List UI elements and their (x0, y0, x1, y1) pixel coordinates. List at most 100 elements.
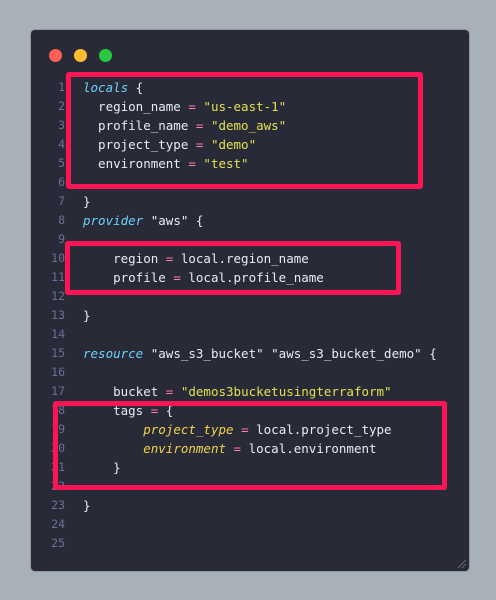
line-number: 21 (51, 460, 65, 474)
line-number: 7 (58, 194, 65, 208)
line-number: 24 (51, 517, 65, 531)
close-window-button[interactable] (49, 49, 62, 62)
line-number: 10 (51, 251, 65, 265)
code-token: = (233, 441, 242, 456)
line-number: 16 (51, 365, 65, 379)
code-text: provider "aws" { (83, 211, 203, 230)
line-number: 2 (58, 99, 65, 113)
code-token: "aws" { (143, 213, 204, 228)
code-token: = (173, 270, 181, 285)
line-number: 6 (58, 175, 65, 189)
code-text: } (83, 306, 91, 325)
code-line[interactable]: 15 resource "aws_s3_bucket" "aws_s3_bucke… (31, 344, 469, 363)
line-number: 25 (51, 536, 65, 550)
code-token: locals (83, 80, 129, 95)
code-text: locals { (83, 78, 143, 97)
code-token: } (83, 498, 91, 513)
code-text: region = local.region_name (83, 249, 309, 268)
line-number: 17 (51, 384, 65, 398)
minimize-window-button[interactable] (74, 49, 87, 62)
code-text: } (83, 458, 121, 477)
code-token: "demos3bucketusingterraform" (180, 384, 392, 399)
code-text: environment = local.environment (83, 439, 376, 458)
line-number: 5 (58, 156, 65, 170)
code-text: resource "aws_s3_bucket" "aws_s3_bucket_… (83, 344, 437, 363)
code-line[interactable]: 23} (31, 496, 469, 515)
code-editor[interactable]: 1 locals {2 region_name = "us-east-1" 3 pr… (31, 78, 469, 553)
code-token: "us-east-1" (203, 99, 287, 114)
code-token: { (158, 403, 174, 418)
code-token: region (83, 251, 166, 266)
code-line[interactable]: 25 (31, 534, 469, 553)
resize-handle-icon[interactable] (458, 560, 466, 568)
code-token: = (241, 422, 249, 437)
code-token: environment (83, 156, 189, 171)
code-text: profile_name = "demo_aws" (83, 116, 286, 135)
line-number: 12 (51, 289, 65, 303)
code-token: } (83, 460, 121, 475)
code-line[interactable]: 17 bucket = "demos3bucketusingterraform" (31, 382, 469, 401)
code-line[interactable]: 13} (31, 306, 469, 325)
code-text: project_type = "demo" (83, 135, 256, 154)
line-number: 9 (58, 232, 65, 246)
code-line[interactable]: 10 region = local.region_name (31, 249, 469, 268)
code-token: } (83, 308, 91, 323)
code-line[interactable]: 7} (31, 192, 469, 211)
code-token: "test" (203, 156, 249, 171)
code-token: region_name (83, 99, 189, 114)
code-token: tags (83, 403, 151, 418)
code-line[interactable]: 6 (31, 173, 469, 192)
code-token: environment (143, 441, 227, 456)
line-number: 18 (51, 403, 65, 417)
code-line[interactable]: 4 project_type = "demo" (31, 135, 469, 154)
code-token: = (188, 99, 196, 114)
code-token: local.project_type (248, 422, 392, 437)
code-text: region_name = "us-east-1" (83, 97, 286, 116)
code-line[interactable]: 21 } (31, 458, 469, 477)
code-line[interactable]: 11 profile = local.profile_name (31, 268, 469, 287)
code-token: "aws_s3_bucket" "aws_s3_bucket_demo" { (143, 346, 437, 361)
code-token: project_type (143, 422, 234, 437)
line-number: 22 (51, 479, 65, 493)
code-text: profile = local.profile_name (83, 268, 324, 287)
maximize-window-button[interactable] (99, 49, 112, 62)
code-line[interactable]: 2 region_name = "us-east-1" (31, 97, 469, 116)
code-token: local.profile_name (180, 270, 324, 285)
code-line[interactable]: 5 environment = "test" (31, 154, 469, 173)
line-number: 13 (51, 308, 65, 322)
code-token: profile (83, 270, 174, 285)
code-text: project_type = local.project_type (83, 420, 392, 439)
line-number: 1 (58, 80, 65, 94)
code-line[interactable]: 20 environment = local.environment (31, 439, 469, 458)
code-token: local.region_name (173, 251, 309, 266)
code-line[interactable]: 12 (31, 287, 469, 306)
code-line[interactable]: 18 tags = { (31, 401, 469, 420)
line-number: 14 (51, 327, 65, 341)
code-line[interactable]: 22 (31, 477, 469, 496)
code-line[interactable]: 1 locals { (31, 78, 469, 97)
line-number: 23 (51, 498, 65, 512)
code-line[interactable]: 16 (31, 363, 469, 382)
code-text: environment = "test" (83, 154, 249, 173)
code-token: "demo" (210, 137, 257, 152)
code-line[interactable]: 24 (31, 515, 469, 534)
code-line[interactable]: 3 profile_name = "demo_aws" (31, 116, 469, 135)
code-token: { (128, 80, 144, 95)
line-number: 20 (51, 441, 65, 455)
code-token: bucket (83, 384, 166, 399)
code-token: provider (83, 213, 144, 228)
code-line[interactable]: 8 provider "aws" { (31, 211, 469, 230)
line-number: 19 (51, 422, 65, 436)
code-line[interactable]: 19 project_type = local.project_type (31, 420, 469, 439)
line-number: 3 (58, 118, 65, 132)
code-line[interactable]: 9 (31, 230, 469, 249)
code-token: "demo_aws" (210, 118, 287, 133)
code-line[interactable]: 14 (31, 325, 469, 344)
